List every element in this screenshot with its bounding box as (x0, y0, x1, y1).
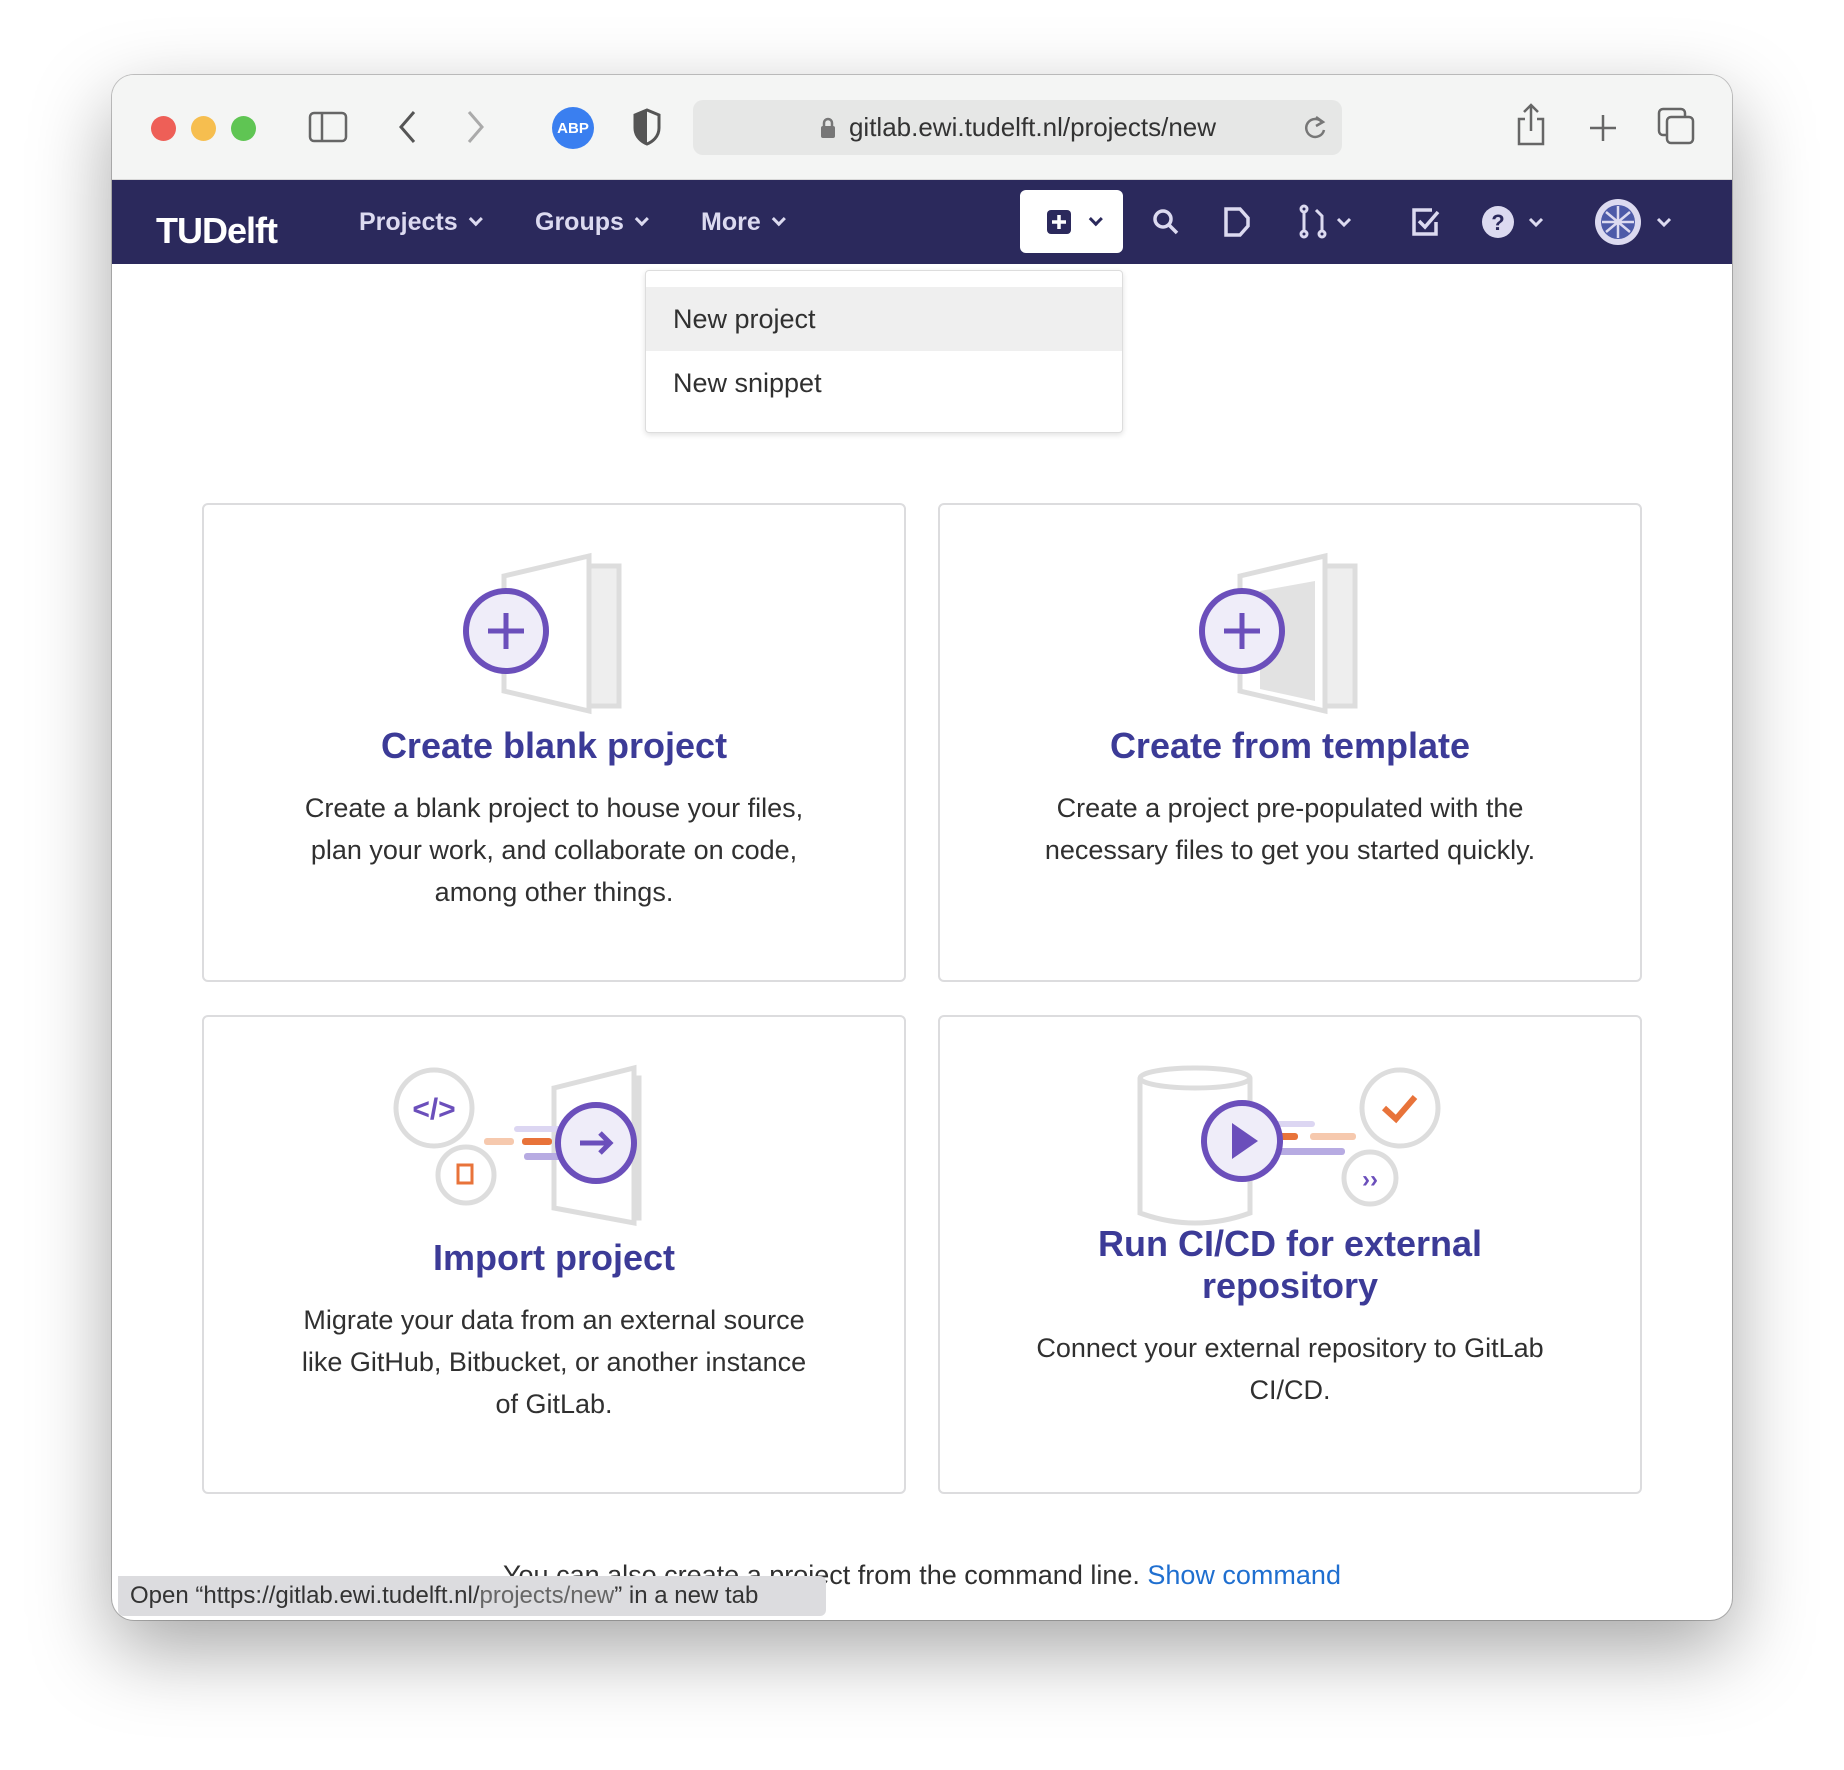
user-avatar[interactable] (1594, 198, 1678, 246)
svg-text:››: ›› (1362, 1166, 1378, 1193)
card-description: Connect your external repository to GitL… (1036, 1333, 1544, 1405)
blank-project-illustration (463, 552, 622, 715)
back-icon[interactable] (396, 109, 418, 145)
snippets-icon[interactable] (1222, 206, 1252, 238)
sidebar-icon[interactable] (308, 111, 348, 143)
tudelft-logo[interactable]: TUDelft (156, 194, 278, 252)
address-bar[interactable]: gitlab.ewi.tudelft.nl/projects/new (693, 100, 1342, 155)
new-dropdown-button[interactable] (1020, 190, 1123, 253)
share-icon[interactable] (1515, 103, 1547, 147)
new-dropdown-menu: New project New snippet (645, 270, 1123, 433)
adblock-extension-button[interactable]: ABP (552, 107, 594, 149)
chevron-down-icon (634, 212, 649, 227)
search-icon[interactable] (1152, 208, 1180, 236)
merge-requests-icon[interactable] (1298, 204, 1358, 240)
chevron-down-icon (468, 212, 483, 227)
nav-projects[interactable]: Projects (359, 180, 483, 264)
plus-square-icon (1046, 209, 1071, 234)
card-description: Create a project pre-populated with the … (1044, 793, 1536, 865)
cicd-illustration: ›› (1137, 1065, 1441, 1226)
shield-icon[interactable] (632, 108, 662, 146)
help-icon[interactable]: ? (1482, 204, 1548, 240)
create-from-template-card[interactable]: Create from template Create a project pr… (938, 503, 1642, 982)
link-status-bar: Open “https://gitlab.ewi.tudelft.nl/proj… (118, 1576, 826, 1616)
card-description: Migrate your data from an external sourc… (301, 1305, 807, 1419)
menu-item-new-project[interactable]: New project (646, 287, 1122, 351)
new-tab-icon[interactable] (1588, 113, 1618, 143)
svg-text:?: ? (1491, 210, 1504, 235)
card-description: Create a blank project to house your fil… (304, 793, 804, 907)
lock-icon (820, 117, 835, 138)
card-title: Create from template (1109, 725, 1471, 766)
show-command-link[interactable]: Show command (1147, 1560, 1341, 1590)
chevron-down-icon (771, 212, 786, 227)
zoom-window-button[interactable] (231, 116, 256, 141)
tab-overview-icon[interactable] (1657, 107, 1695, 145)
todo-icon[interactable] (1410, 206, 1442, 238)
card-title: Import project (432, 1237, 675, 1278)
minimize-window-button[interactable] (191, 116, 216, 141)
nav-groups[interactable]: Groups (535, 180, 649, 264)
url-text: gitlab.ewi.tudelft.nl/projects/new (848, 112, 1217, 142)
forward-icon[interactable] (465, 109, 487, 145)
nav-more[interactable]: More (701, 180, 786, 264)
svg-text:</>: </> (412, 1093, 455, 1126)
import-project-card[interactable]: </> Import project Migrate your data fro… (202, 1015, 906, 1494)
card-title: Create blank project (380, 725, 728, 766)
browser-window: ABP gitlab.ewi.tudelft.nl/projects/new T… (112, 75, 1732, 1620)
card-title: Run CI/CD for external repository (1097, 1223, 1483, 1306)
gitlab-navbar: TUDelft Projects Groups More ? (112, 180, 1732, 264)
chevron-down-icon (1088, 211, 1103, 226)
browser-toolbar: ABP gitlab.ewi.tudelft.nl/projects/new (112, 75, 1732, 180)
import-project-illustration: </> (393, 1064, 642, 1227)
close-window-button[interactable] (151, 116, 176, 141)
create-blank-project-card[interactable]: Create blank project Create a blank proj… (202, 503, 906, 982)
run-cicd-card[interactable]: ›› Run CI/CD for external repository Con… (938, 1015, 1642, 1494)
reload-icon[interactable] (1302, 114, 1328, 142)
template-illustration (1199, 552, 1358, 715)
menu-item-new-snippet[interactable]: New snippet (646, 351, 1122, 415)
